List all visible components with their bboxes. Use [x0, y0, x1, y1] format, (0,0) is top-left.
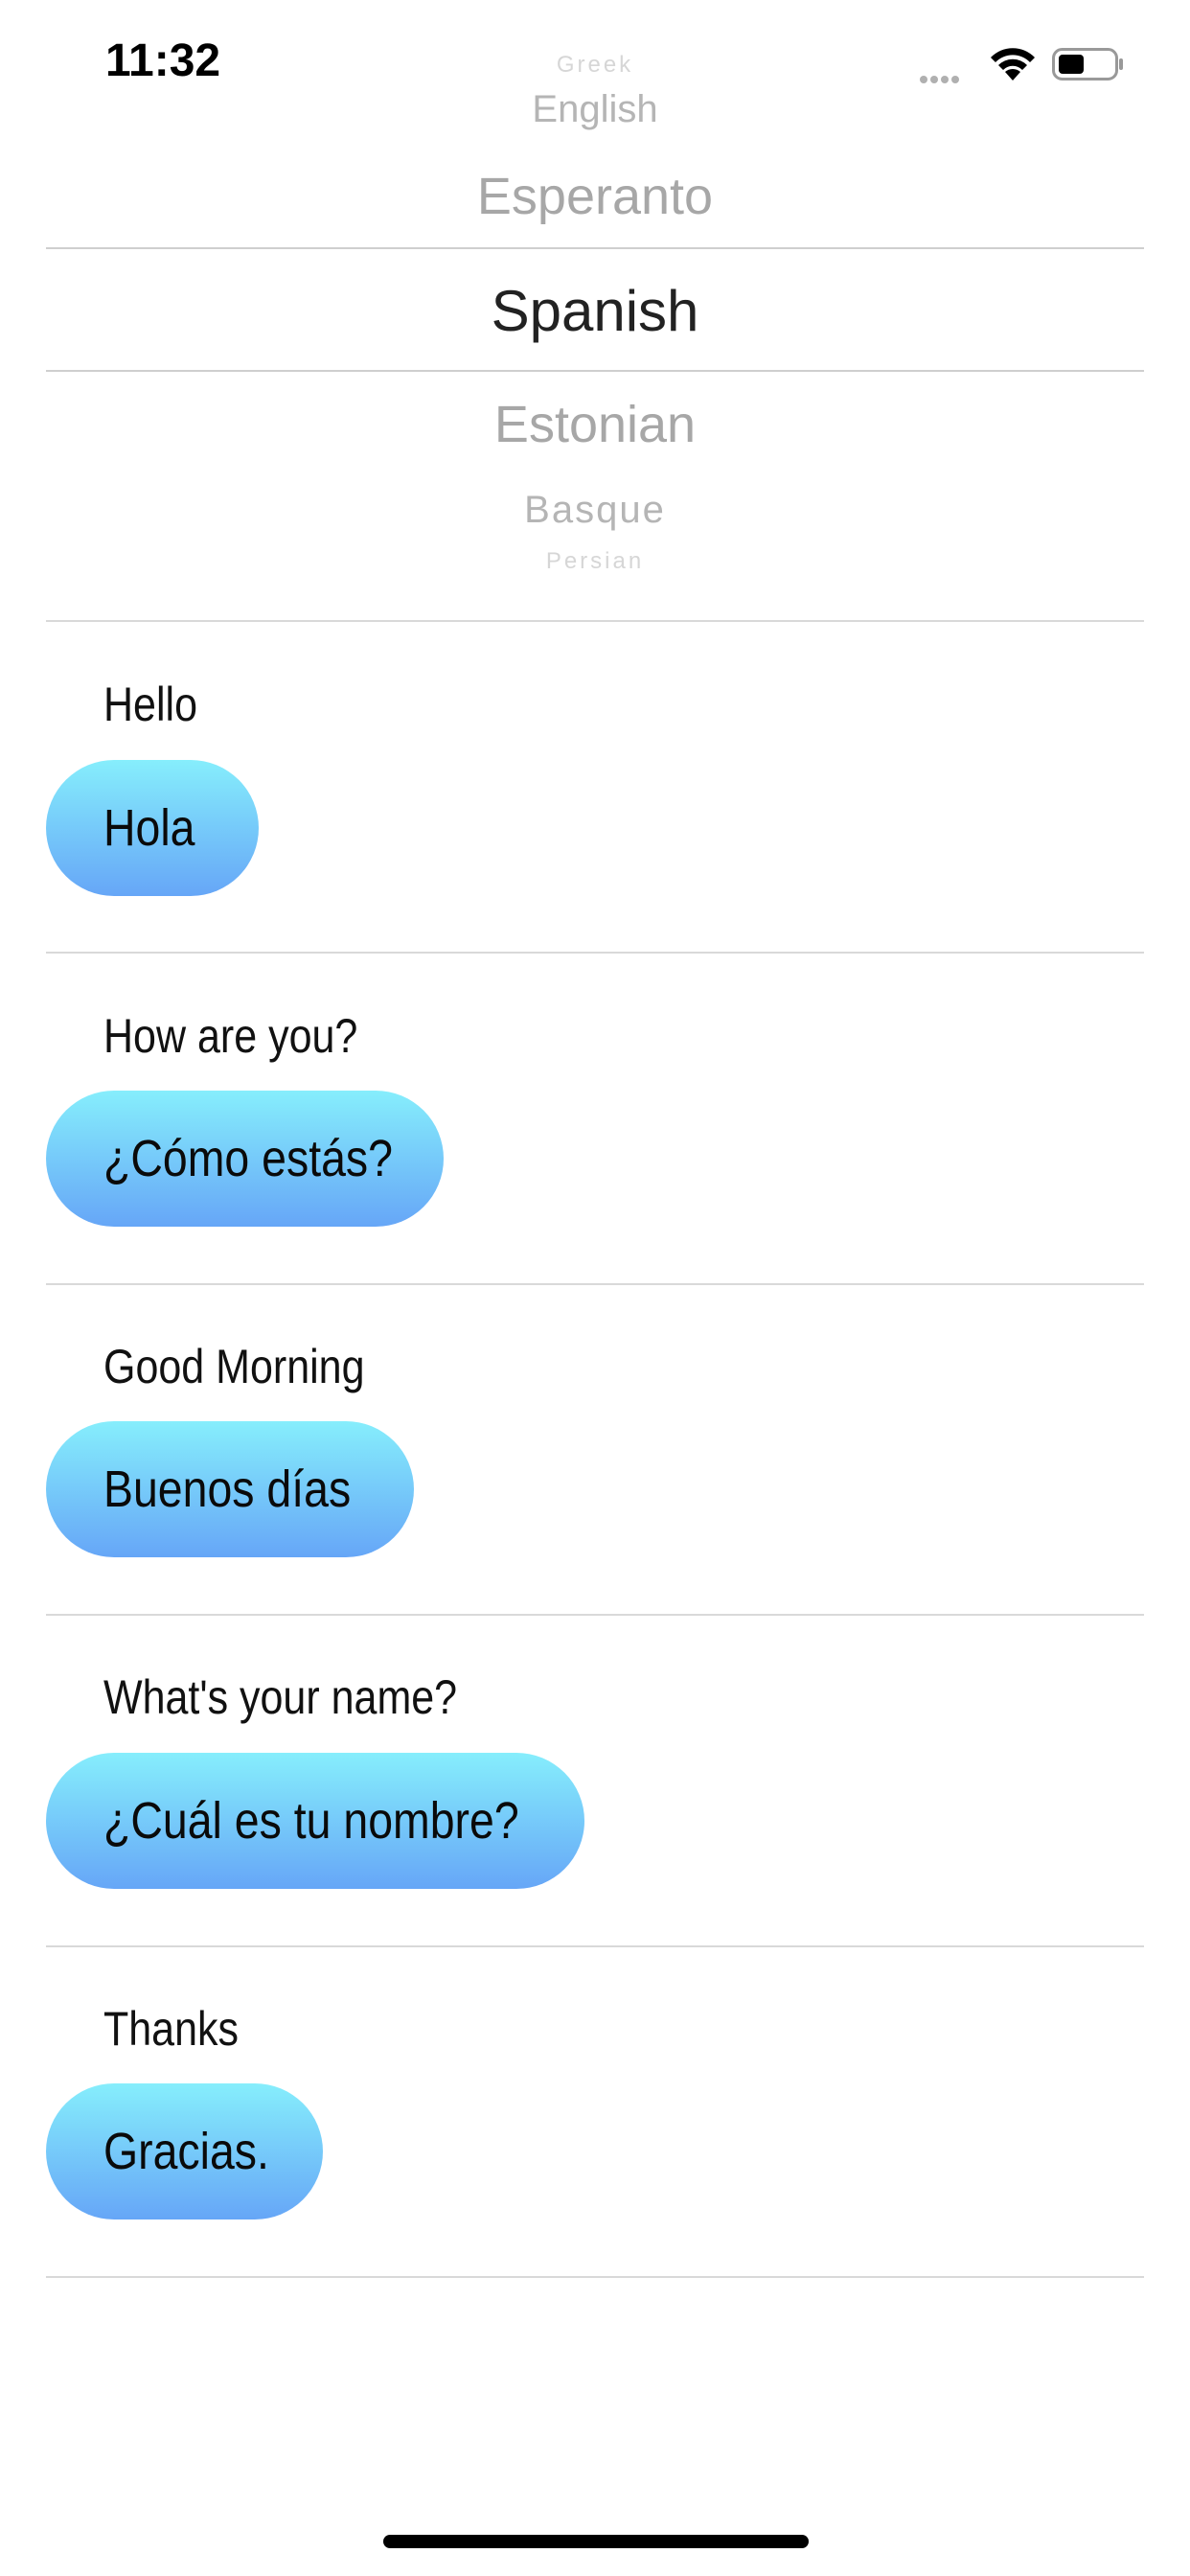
- row-divider: [46, 1283, 1144, 1285]
- row-divider: [46, 1945, 1144, 1947]
- home-indicator[interactable]: [383, 2535, 809, 2548]
- language-picker[interactable]: Greek English Esperanto Spanish Estonian…: [0, 0, 1190, 623]
- translation-text: Hola: [103, 799, 195, 857]
- translation-bubble[interactable]: ¿Cómo estás?: [46, 1091, 444, 1227]
- translation-text: Buenos días: [103, 1460, 352, 1518]
- picker-option-estonian[interactable]: Estonian: [0, 395, 1190, 454]
- phrase-original: Hello: [103, 678, 197, 731]
- picker-option-esperanto[interactable]: Esperanto: [0, 167, 1190, 226]
- picker-option-basque[interactable]: Basque: [0, 489, 1190, 532]
- picker-selection-top-line: [46, 247, 1144, 249]
- translation-bubble[interactable]: Hola: [46, 760, 259, 896]
- translation-text: Gracias.: [103, 2123, 269, 2180]
- picker-selection-bottom-line: [46, 370, 1144, 372]
- picker-option-spanish-selected[interactable]: Spanish: [0, 278, 1190, 344]
- phrase-original: How are you?: [103, 1009, 358, 1063]
- translation-bubble[interactable]: Buenos días: [46, 1421, 414, 1557]
- phrase-original: Thanks: [103, 2002, 240, 2056]
- translation-bubble[interactable]: ¿Cuál es tu nombre?: [46, 1753, 584, 1889]
- translation-text: ¿Cómo estás?: [103, 1130, 393, 1187]
- translation-bubble[interactable]: Gracias.: [46, 2083, 323, 2220]
- picker-option-persian[interactable]: Persian: [0, 548, 1190, 575]
- phrase-original: What's your name?: [103, 1670, 458, 1724]
- translation-text: ¿Cuál es tu nombre?: [103, 1792, 519, 1850]
- phrase-original: Good Morning: [103, 1340, 365, 1393]
- row-divider: [46, 1614, 1144, 1616]
- picker-option-greek[interactable]: Greek: [0, 52, 1190, 79]
- picker-divider: [46, 620, 1144, 622]
- row-divider: [46, 952, 1144, 954]
- picker-option-english[interactable]: English: [0, 88, 1190, 131]
- row-divider: [46, 2276, 1144, 2278]
